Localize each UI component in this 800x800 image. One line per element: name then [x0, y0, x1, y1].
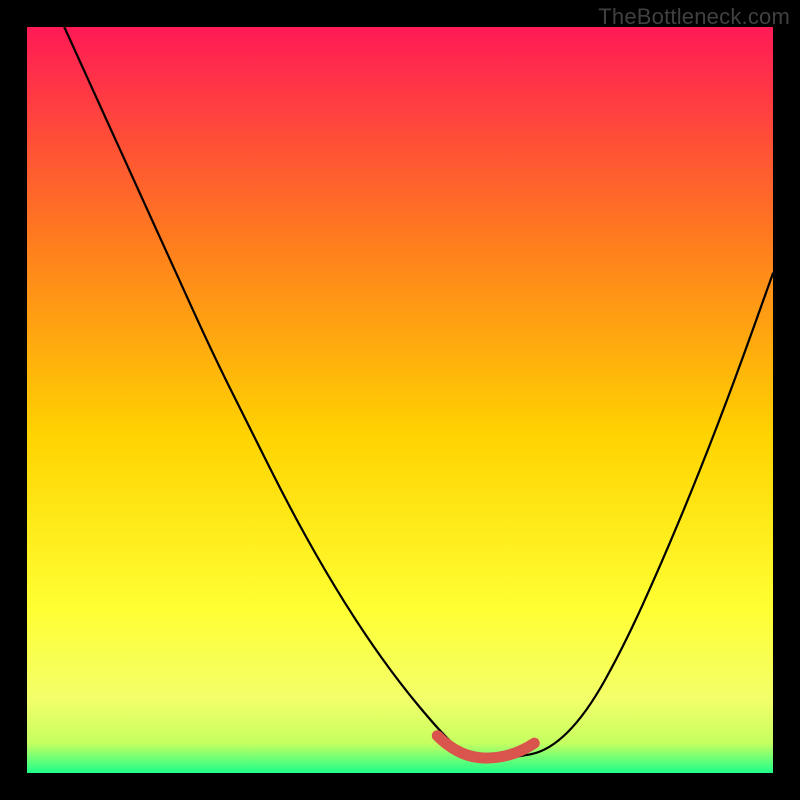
watermark-text: TheBottleneck.com [598, 4, 790, 30]
chart-svg [27, 27, 773, 773]
plot-area [27, 27, 773, 773]
gradient-background [27, 27, 773, 773]
chart-frame: TheBottleneck.com [0, 0, 800, 800]
